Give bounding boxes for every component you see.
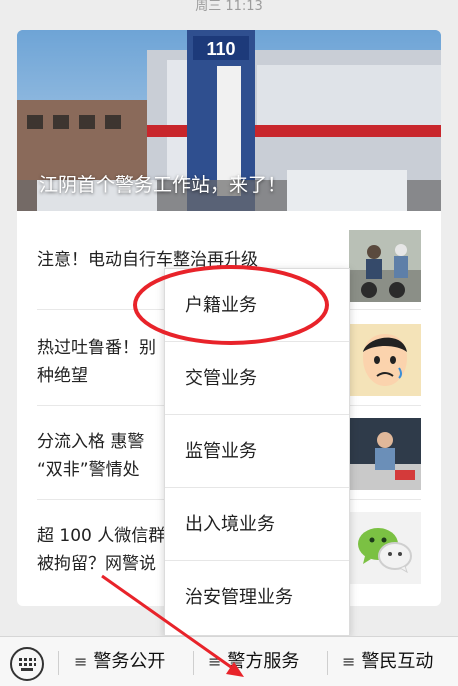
tab-label: 警民互动 xyxy=(361,651,434,672)
bottom-menu-bar: ≡ 警务公开 ≡ 警方服务 ≡ 警民互动 xyxy=(0,636,458,686)
hero-sign-number: 110 xyxy=(206,39,235,59)
hero-banner[interactable]: 110 江阴首个警务工作站，来了！ xyxy=(17,30,441,211)
news-thumbnail xyxy=(349,230,421,302)
tab-police-affairs-public[interactable]: ≡ 警务公开 xyxy=(74,637,165,686)
divider xyxy=(193,651,194,675)
hero-title: 江阴首个警务工作站，来了！ xyxy=(39,174,287,196)
wechat-logo xyxy=(349,512,421,584)
divider xyxy=(58,651,59,675)
news-thumbnail xyxy=(349,418,421,490)
menu-icon: ≡ xyxy=(208,652,222,671)
menu-item-custody[interactable]: 监管业务 xyxy=(165,415,349,488)
menu-item-household-registration[interactable]: 户籍业务 xyxy=(165,269,349,342)
service-popup-menu: 户籍业务 交管业务 监管业务 出入境业务 治安管理业务 xyxy=(164,268,350,636)
tab-police-public-interaction[interactable]: ≡ 警民互动 xyxy=(342,637,433,686)
menu-icon: ≡ xyxy=(74,652,88,671)
divider xyxy=(327,651,328,675)
status-time: 周三 11:13 xyxy=(195,0,263,14)
tab-label: 警务公开 xyxy=(93,651,166,672)
menu-item-traffic[interactable]: 交管业务 xyxy=(165,342,349,415)
news-thumbnail xyxy=(349,324,421,396)
menu-icon: ≡ xyxy=(342,652,356,671)
tab-label: 警方服务 xyxy=(227,651,300,672)
menu-item-public-security[interactable]: 治安管理业务 xyxy=(165,561,349,634)
keyboard-icon[interactable] xyxy=(10,647,44,681)
menu-item-entry-exit[interactable]: 出入境业务 xyxy=(165,488,349,561)
tab-police-services[interactable]: ≡ 警方服务 xyxy=(208,637,299,686)
